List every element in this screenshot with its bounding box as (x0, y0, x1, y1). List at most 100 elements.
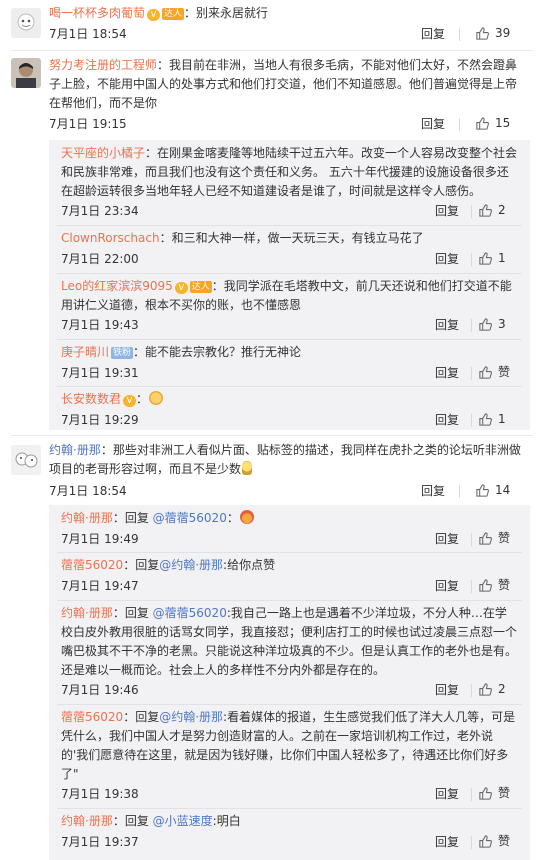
reply-button[interactable]: 回复 (435, 316, 459, 335)
reply-time: 7月1日 19:37 (61, 835, 139, 849)
user-name-link[interactable]: 喝一杯杯多肉葡萄 (49, 6, 145, 20)
like-button[interactable]: 赞 (478, 576, 510, 595)
reply-button[interactable]: 回复 (435, 785, 459, 804)
divider (57, 552, 522, 553)
like-button[interactable]: 2 (478, 680, 506, 699)
like-button[interactable]: 2 (478, 201, 506, 220)
comment-meta: 7月1日 18:54 回复 39 (49, 24, 528, 45)
reply-text: :明白 (212, 814, 241, 828)
vip-icon: V (174, 282, 188, 294)
like-count: 赞 (498, 531, 511, 545)
user-name-link[interactable]: 约翰·册那 (61, 606, 113, 620)
reply-button[interactable]: 回复 (435, 411, 459, 430)
thumbs-up-icon (479, 252, 492, 265)
reply-meta: 7月1日 19:46 回复 2 (61, 680, 518, 701)
reply-text: ： (226, 511, 239, 525)
reply-item: 蓿蓿56020：回复@约翰·册那:给你点赞 7月1日 19:47 回复 赞 (49, 556, 530, 597)
user-name-link[interactable]: 约翰·册那 (61, 814, 113, 828)
like-button[interactable]: 赞 (478, 363, 510, 382)
reply-button[interactable]: 回复 (435, 250, 459, 269)
reply-meta: 7月1日 19:37 回复 赞 (61, 832, 518, 853)
like-button[interactable]: 赞 (478, 832, 510, 851)
reply-button[interactable]: 回复 (435, 364, 459, 383)
reply-button[interactable]: 回复 (421, 25, 445, 44)
reply-time: 7月1日 19:38 (61, 787, 139, 801)
reply-button[interactable]: 回复 (421, 115, 445, 134)
like-count: 赞 (498, 365, 511, 379)
user-badge: 铁粉 (111, 347, 134, 359)
reply-item: 约翰·册那：回复 @蓿蓿56020： 7月1日 19:49 回复 赞 (49, 509, 530, 550)
reply-button[interactable]: 回复 (435, 681, 459, 700)
reply-time: 7月1日 19:43 (61, 318, 139, 332)
mention-link[interactable]: @约翰·册那 (159, 710, 223, 724)
like-button[interactable]: 15 (475, 114, 510, 133)
like-count: 1 (498, 412, 506, 426)
user-badge: 达人 (189, 281, 212, 293)
reply-item: 蓿蓿56020：回复@约翰·册那:看着媒体的报道，生生感觉我们低了洋大人几等，可… (49, 708, 530, 805)
like-count: 15 (495, 116, 511, 130)
avatar[interactable] (11, 8, 41, 38)
user-name-link[interactable]: 蓿蓿56020 (61, 558, 123, 572)
like-button[interactable]: 赞 (478, 529, 510, 548)
like-button[interactable]: 14 (475, 481, 510, 500)
reply-item: 庚子晴川 铁粉 ：能不能去宗教化？推行无神论 7月1日 19:31 回复 赞 (49, 343, 530, 384)
reply-meta: 7月1日 22:00 回复 1 (61, 249, 518, 270)
like-count: 赞 (498, 834, 511, 848)
comment: 喝一杯杯多肉葡萄 V 达人 ：别来永居就行 7月1日 18:54 回复 39 (0, 4, 544, 45)
reply-prefix: ：回复 (123, 710, 160, 724)
comment-text: ：那些对非洲工人看似片面、贴标签的描述，我同样在虎扑之类的论坛听非洲做项目的老哥… (49, 443, 521, 476)
divider (57, 386, 522, 387)
like-count: 赞 (498, 578, 511, 592)
divider (57, 600, 522, 601)
like-count: 3 (498, 317, 506, 331)
divider (57, 808, 522, 809)
thumbs-up-icon (479, 835, 492, 848)
user-name-link[interactable]: 天平座的小橘子 (61, 146, 145, 160)
reply-time: 7月1日 19:29 (61, 413, 139, 427)
user-name-link[interactable]: 庚子晴川 (61, 345, 109, 359)
reply-button[interactable]: 回复 (435, 530, 459, 549)
user-name-link[interactable]: 约翰·册那 (49, 443, 101, 457)
like-count: 2 (498, 203, 506, 217)
mention-link[interactable]: @蓿蓿56020 (153, 606, 227, 620)
divider (57, 225, 522, 226)
user-name-link[interactable]: 蓿蓿56020 (61, 710, 123, 724)
mention-link[interactable]: @蓿蓿56020 (153, 511, 227, 525)
user-name-link[interactable]: 约翰·册那 (61, 511, 113, 525)
reply-button[interactable]: 回复 (435, 833, 459, 852)
like-button[interactable]: 赞 (478, 784, 510, 803)
user-name-link[interactable]: 长安数数君 (61, 392, 121, 406)
divider (471, 414, 472, 427)
mention-link[interactable]: @小蓝速度 (153, 814, 213, 828)
reply-prefix: ：回复 (112, 511, 153, 525)
lightbulb-emoji-icon (242, 461, 253, 475)
user-name-link[interactable]: 努力考注册的工程师 (49, 58, 157, 72)
mention-link[interactable]: @约翰·册那 (159, 558, 223, 572)
like-count: 39 (495, 26, 511, 40)
reply-meta: 7月1日 19:43 回复 3 (61, 315, 518, 336)
reply-text: ：和三和大神一样，做一天玩三天，有钱立马花了 (159, 231, 424, 245)
reply-item: Leo的红家滨滨9095 V 达人 ：我同学派在毛塔教中文，前几天还说和他们打交道不能… (49, 277, 530, 336)
vip-icon: V (147, 9, 161, 21)
user-name-link[interactable]: ClownRorschach (61, 231, 160, 245)
like-button[interactable]: 3 (478, 315, 506, 334)
avatar[interactable] (11, 58, 41, 88)
comment-time: 7月1日 18:54 (49, 484, 127, 498)
reply-button[interactable]: 回复 (435, 202, 459, 221)
like-count: 14 (495, 483, 511, 497)
reply-list: 约翰·册那：回复 @蓿蓿56020： 7月1日 19:49 回复 赞 蓿蓿560… (49, 505, 530, 860)
reply-button[interactable]: 回复 (421, 482, 445, 501)
like-button[interactable]: 1 (478, 410, 506, 429)
divider (57, 339, 522, 340)
divider (471, 533, 472, 546)
like-button[interactable]: 1 (478, 249, 506, 268)
divider (459, 28, 460, 41)
avatar[interactable] (11, 445, 41, 475)
reply-time: 7月1日 19:46 (61, 683, 139, 697)
user-name-link[interactable]: Leo的红家滨滨9095 (61, 279, 173, 293)
comment-time: 7月1日 18:54 (49, 27, 127, 41)
comment-thread: 喝一杯杯多肉葡萄 V 达人 ：别来永居就行 7月1日 18:54 回复 39 努力考注… (0, 0, 544, 860)
reply-button[interactable]: 回复 (435, 577, 459, 596)
like-count: 赞 (498, 786, 511, 800)
like-button[interactable]: 39 (475, 24, 510, 43)
